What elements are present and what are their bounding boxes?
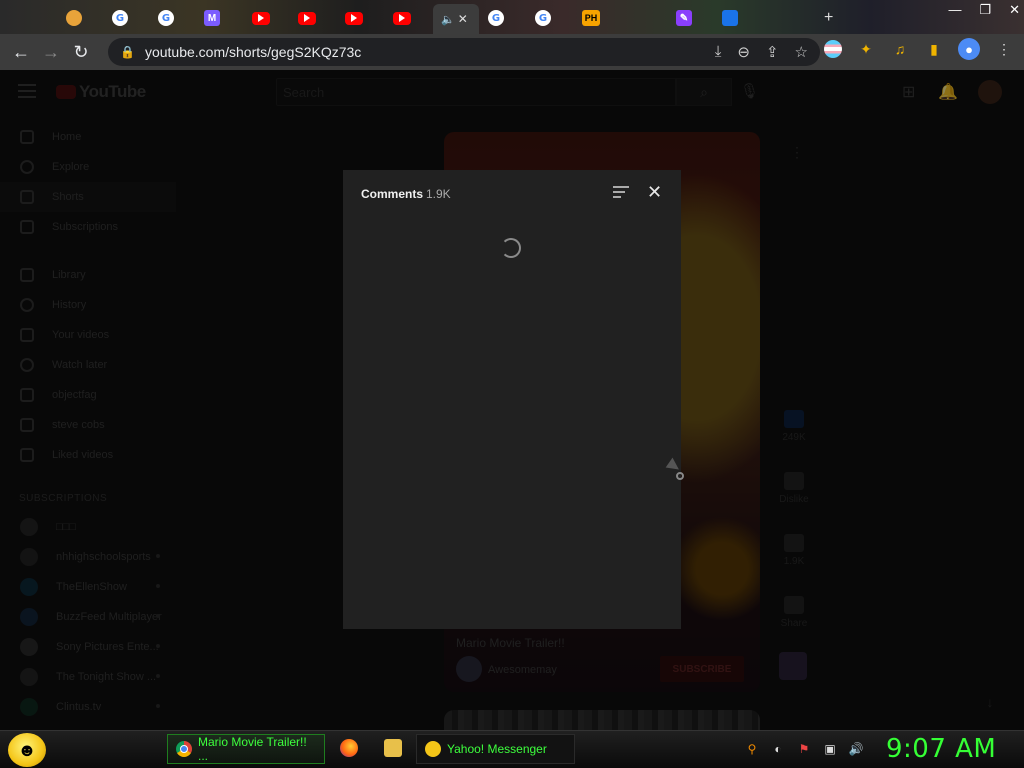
tray-app-icon[interactable]: ◐ [770, 741, 786, 757]
chrome-icon [176, 741, 192, 757]
taskbar-item-chrome[interactable]: Mario Movie Trailer!! ... [167, 734, 325, 764]
search-icon[interactable]: ⚲ [744, 741, 760, 757]
browser-tab[interactable] [385, 6, 431, 30]
folder-icon[interactable] [384, 739, 402, 757]
browser-tab[interactable]: G [527, 6, 573, 30]
address-bar[interactable]: 🔒 youtube.com/shorts/gegS2KQz73c ⤓ ⊖ ⇪ ☆ [108, 38, 820, 66]
youtube-page: YouTube Search ⌕ 🎙 ⊞ 🔔 Home Explore Shor… [0, 70, 1024, 730]
browser-tab[interactable] [714, 6, 760, 30]
tab-favicon-icon [66, 10, 82, 26]
loading-spinner-icon [501, 238, 521, 258]
share-icon[interactable]: ⇪ [766, 43, 779, 61]
comments-title: Comments [361, 187, 424, 201]
back-button[interactable]: ← [6, 37, 36, 67]
bookmark-star-icon[interactable]: ☆ [795, 43, 808, 61]
plus-icon: + [824, 9, 834, 26]
forward-button[interactable]: → [36, 37, 66, 67]
youtube-icon [393, 11, 411, 25]
browser-tab-strip: G G M 🔈 ✕ G G PH ✎ + — ❐ ✕ [0, 0, 1024, 34]
volume-icon[interactable]: 🔊 [848, 741, 864, 757]
busy-cursor-icon [676, 472, 684, 480]
profile-icon[interactable]: ● [958, 38, 980, 60]
google-icon: G [488, 10, 504, 26]
yahoo-messenger-icon [425, 741, 441, 757]
smiley-icon: ☻ [17, 739, 37, 760]
browser-tab-active[interactable]: 🔈 ✕ [433, 4, 479, 34]
action-center-flag-icon[interactable]: ⚑ [796, 741, 812, 757]
ph-icon: PH [582, 10, 600, 26]
url-text: youtube.com/shorts/gegS2KQz73c [144, 44, 362, 60]
browser-tab[interactable] [290, 6, 336, 30]
system-tray: ⚲ ◐ ⚑ ▣ 🔊 [744, 741, 864, 757]
install-icon[interactable]: ⤓ [715, 43, 722, 61]
browser-tab[interactable]: PH [574, 6, 620, 30]
lock-icon: 🔒 [120, 45, 135, 59]
browser-toolbar: ← → ↻ 🔒 youtube.com/shorts/gegS2KQz73c ⤓… [0, 34, 1024, 70]
arrow-right-icon: → [42, 41, 60, 62]
youtube-icon [252, 11, 270, 25]
reload-button[interactable]: ↻ [66, 37, 96, 67]
google-icon: G [158, 10, 174, 26]
taskbar-item-yahoo-messenger[interactable]: Yahoo! Messenger [416, 734, 575, 764]
youtube-icon [298, 11, 316, 25]
browser-tab[interactable]: G [480, 6, 526, 30]
zoom-icon[interactable]: ⊖ [737, 43, 750, 61]
comments-panel: Comments 1.9K ✕ [343, 170, 681, 629]
clock[interactable]: 9:07 AM [886, 734, 996, 764]
close-window-button[interactable]: ✕ [1009, 2, 1020, 18]
browser-tab[interactable] [58, 6, 104, 30]
speaker-icon: 🔈 [441, 13, 455, 26]
comments-count: 1.9K [426, 187, 451, 201]
start-button[interactable]: ☻ [8, 733, 46, 767]
pen-icon: ✎ [676, 10, 692, 26]
kebab-menu-icon[interactable]: ⋮ [994, 39, 1014, 59]
media-controls-icon[interactable]: ♫ [890, 39, 910, 59]
window-controls: — ❐ ✕ [948, 0, 1020, 18]
youtube-icon [345, 11, 363, 25]
taskbar: ☻ Mario Movie Trailer!! ... Yahoo! Messe… [0, 730, 1024, 768]
browser-tab[interactable]: G [150, 6, 196, 30]
firefox-icon[interactable] [340, 739, 358, 757]
reload-icon: ↻ [73, 41, 89, 62]
new-tab-button[interactable]: + [816, 6, 862, 30]
google-icon: G [112, 10, 128, 26]
browser-tab[interactable] [337, 6, 383, 30]
restore-button[interactable]: ❐ [979, 2, 991, 18]
browser-tab[interactable] [244, 6, 290, 30]
puzzle-extensions-icon[interactable]: ✦ [856, 39, 876, 59]
tab-close-icon[interactable]: ✕ [458, 12, 468, 26]
blue-square-icon [722, 10, 738, 26]
close-icon[interactable]: ✕ [647, 182, 662, 203]
network-icon[interactable]: ▣ [822, 741, 838, 757]
google-icon: G [535, 10, 551, 26]
sort-icon[interactable] [613, 186, 629, 200]
side-panel-icon[interactable]: ▮ [924, 39, 944, 59]
browser-tab[interactable]: ✎ [668, 6, 714, 30]
browser-tab[interactable]: G [104, 6, 150, 30]
browser-tab[interactable]: M [196, 6, 242, 30]
minimize-button[interactable]: — [948, 2, 961, 18]
gmail-icon: M [204, 10, 220, 26]
trans-flag-extension-icon[interactable] [824, 40, 842, 58]
arrow-left-icon: ← [12, 41, 30, 62]
